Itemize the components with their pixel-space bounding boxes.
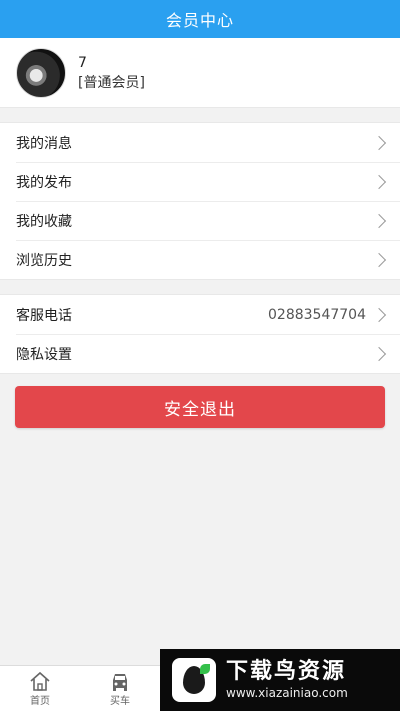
profile-card[interactable]: 7 [普通会员] [0, 38, 400, 108]
tab-label: 买车 [110, 696, 130, 707]
tab-label: 首页 [30, 696, 50, 707]
menu-group-secondary: 客服电话 02883547704 隐私设置 [0, 294, 400, 374]
phone-number: 02883547704 [268, 306, 366, 323]
chevron-right-icon [371, 135, 387, 150]
watermark-url: www.xiazainiao.com [226, 686, 348, 700]
menu-item-history[interactable]: 浏览历史 [0, 240, 400, 279]
menu-item-label: 浏览历史 [16, 252, 72, 269]
menu-item-customer-service[interactable]: 客服电话 02883547704 [0, 295, 400, 334]
watermark-title: 下载鸟资源 [226, 659, 347, 684]
avatar[interactable] [16, 47, 66, 98]
tab-buy-car[interactable]: 买车 [80, 666, 160, 711]
chevron-right-icon [371, 346, 387, 361]
chevron-right-icon [371, 252, 387, 267]
menu-item-privacy-settings[interactable]: 隐私设置 [0, 334, 400, 373]
menu-item-label: 我的收藏 [16, 213, 72, 230]
menu-item-label: 我的消息 [16, 135, 72, 152]
page-title: 会员中心 [165, 11, 234, 30]
watermark: 下载鸟资源 www.xiazainiao.com [160, 649, 400, 711]
menu-item-label: 客服电话 [16, 307, 72, 324]
menu-item-my-posts[interactable]: 我的发布 [0, 162, 400, 201]
menu-item-label: 隐私设置 [16, 346, 72, 363]
chevron-right-icon [371, 213, 387, 228]
menu-item-label: 我的发布 [16, 174, 72, 191]
username: 7 [78, 54, 87, 71]
logout-button[interactable]: 安全退出 [15, 386, 385, 428]
menu-item-messages[interactable]: 我的消息 [0, 123, 400, 162]
watermark-logo-icon [172, 658, 216, 702]
menu-item-favorites[interactable]: 我的收藏 [0, 201, 400, 240]
header-bar: 会员中心 [0, 0, 400, 38]
home-icon [30, 671, 50, 691]
member-level: [普通会员] [78, 74, 145, 91]
car-icon [113, 674, 127, 691]
menu-group-primary: 我的消息 我的发布 我的收藏 浏览历史 [0, 122, 400, 280]
chevron-right-icon [371, 307, 387, 322]
chevron-right-icon [371, 174, 387, 189]
tab-home[interactable]: 首页 [0, 666, 80, 711]
